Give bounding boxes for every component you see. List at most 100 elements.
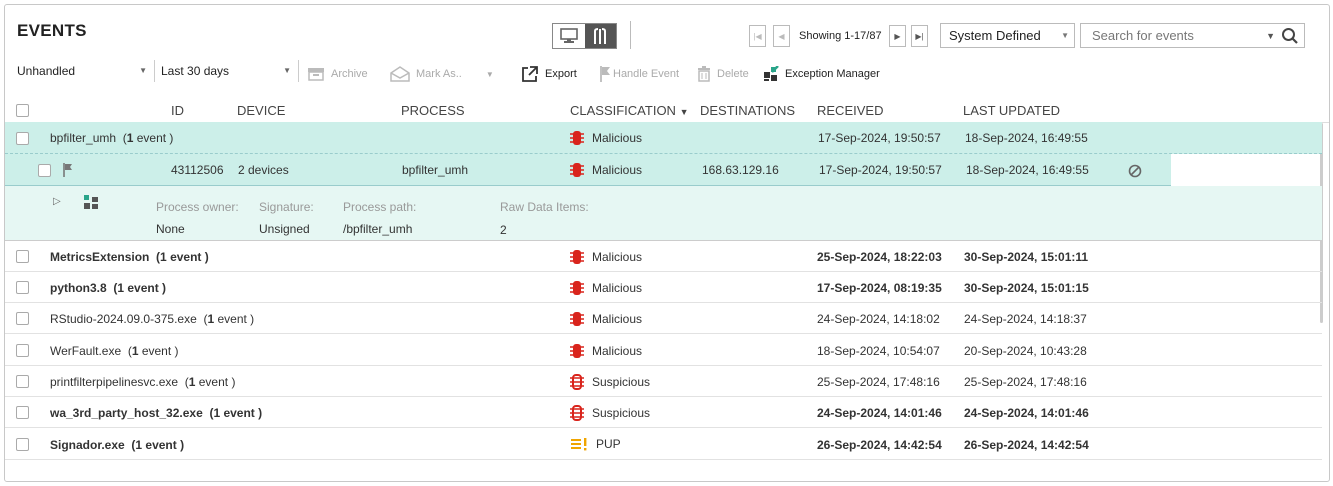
last-updated-cell: 30-Sep-2024, 15:01:15 xyxy=(964,281,1089,295)
suspicious-bug-icon xyxy=(570,374,584,390)
event-group-row[interactable]: printfilterpipelinesvc.exe (1 event ) Sus… xyxy=(5,366,1322,397)
expand-icon[interactable]: ▷ xyxy=(53,196,61,207)
toolbar-divider xyxy=(630,21,631,49)
next-page-button[interactable]: ▶ xyxy=(889,25,906,47)
filter-divider xyxy=(154,60,155,82)
handle-event-button[interactable]: Handle Event xyxy=(599,65,679,83)
group-count-suffix: event ) xyxy=(195,375,236,389)
date-range-dropdown[interactable]: Last 30 days ▼ xyxy=(161,60,291,82)
group-process-name: bpfilter_umh xyxy=(50,131,117,145)
received-cell: 25-Sep-2024, 18:22:03 xyxy=(817,250,942,264)
prev-page-button[interactable]: ◀ xyxy=(773,25,790,47)
event-process: bpfilter_umh xyxy=(402,163,469,177)
search-input[interactable]: Search for events ▼ xyxy=(1080,23,1305,48)
event-group-row[interactable]: MetricsExtension (1 event ) Malicious 25-S… xyxy=(5,241,1322,272)
row-checkbox[interactable] xyxy=(16,312,29,325)
column-received[interactable]: RECEIVED xyxy=(817,103,883,118)
group-process-name: wa_3rd_party_host_32.exe xyxy=(50,406,203,420)
received-cell: 18-Sep-2024, 10:54:07 xyxy=(817,344,940,358)
search-icon[interactable] xyxy=(1281,27,1299,45)
last-updated-cell: 30-Sep-2024, 15:01:11 xyxy=(964,250,1089,264)
event-group-row[interactable]: Signador.exe (1 event ) PUP 26-Sep-2024, 1… xyxy=(5,429,1322,460)
event-group-row[interactable]: WerFault.exe (1 event ) Malicious 18-Sep-2… xyxy=(5,335,1322,366)
chevron-down-icon: ▼ xyxy=(283,66,291,75)
group-process-name: python3.8 xyxy=(50,281,107,295)
row-checkbox[interactable] xyxy=(38,164,51,177)
process-view-button[interactable] xyxy=(584,24,616,48)
first-page-button[interactable]: |◀ xyxy=(749,25,766,47)
block-icon[interactable] xyxy=(1128,164,1142,178)
event-row[interactable]: 43112506 2 devices bpfilter_umh Maliciou… xyxy=(5,154,1171,186)
status-value: Unhandled xyxy=(17,64,76,78)
event-id: 43112506 xyxy=(171,163,224,177)
view-filter-select[interactable]: System Defined ▼ xyxy=(940,23,1075,48)
suspicious-bug-icon xyxy=(570,405,584,421)
delete-button[interactable]: Delete xyxy=(697,65,749,83)
status-dropdown[interactable]: Unhandled ▼ xyxy=(17,60,147,82)
event-group-row[interactable]: wa_3rd_party_host_32.exe (1 event ) Suspi… xyxy=(5,397,1322,428)
desktop-view-button[interactable] xyxy=(553,24,585,48)
process-owner-label: Process owner: xyxy=(156,200,239,214)
row-checkbox[interactable] xyxy=(16,250,29,263)
malicious-bug-icon xyxy=(570,131,584,145)
monitor-icon xyxy=(559,28,578,43)
classification-cell: Malicious xyxy=(570,280,642,296)
group-count-suffix: event ) xyxy=(220,406,263,420)
exception-manager-button[interactable]: Exception Manager xyxy=(763,65,880,83)
group-process-name: printfilterpipelinesvc.exe xyxy=(50,375,179,389)
event-group-row[interactable]: RStudio-2024.09.0-375.exe (1 event ) Mali… xyxy=(5,303,1322,334)
classification-cell: PUP xyxy=(570,437,621,451)
group-count-suffix: event ) xyxy=(214,312,255,326)
column-classification[interactable]: CLASSIFICATION ▼ xyxy=(570,103,689,118)
event-destination: 168.63.129.16 xyxy=(702,163,779,177)
row-checkbox[interactable] xyxy=(16,281,29,294)
flag-icon[interactable] xyxy=(63,163,73,177)
signature-value: Unsigned xyxy=(259,222,310,236)
page-title: EVENTS xyxy=(17,21,87,40)
classification-label: Suspicious xyxy=(592,375,651,389)
event-group-row[interactable]: bpfilter_umh (1 event ) Malicious 17-Sep… xyxy=(5,122,1322,154)
chevron-down-icon[interactable]: ▼ xyxy=(1266,31,1275,41)
export-label: Export xyxy=(545,68,577,80)
mark-as-button[interactable]: Mark As.. ▼ xyxy=(390,65,494,83)
row-checkbox[interactable] xyxy=(16,344,29,357)
group-name: wa_3rd_party_host_32.exe (1 event ) xyxy=(50,406,262,420)
classification-label: Suspicious xyxy=(592,406,651,420)
row-checkbox[interactable] xyxy=(16,406,29,419)
pup-icon xyxy=(571,438,587,451)
process-tree-icon xyxy=(594,28,607,44)
classification-label: Malicious xyxy=(592,163,643,177)
column-destinations[interactable]: DESTINATIONS xyxy=(700,103,795,118)
raw-data-value[interactable]: 2 xyxy=(500,223,507,237)
group-name: bpfilter_umh (1 event ) xyxy=(50,131,173,145)
classification-cell: Suspicious xyxy=(570,405,650,421)
column-last-updated[interactable]: LAST UPDATED xyxy=(963,103,1060,118)
archive-label: Archive xyxy=(331,68,368,80)
mark-as-label: Mark As.. xyxy=(416,68,462,80)
received-cell: 17-Sep-2024, 08:19:35 xyxy=(817,281,942,295)
last-page-button[interactable]: ▶| xyxy=(911,25,928,47)
column-id[interactable]: ID xyxy=(171,103,184,118)
envelope-open-icon xyxy=(390,66,410,82)
group-count-suffix: event ) xyxy=(166,250,209,264)
select-all-checkbox[interactable] xyxy=(16,104,29,117)
classification-label: Malicious xyxy=(592,131,643,145)
archive-button[interactable]: Archive xyxy=(307,65,368,83)
export-button[interactable]: Export xyxy=(521,65,577,83)
row-checkbox[interactable] xyxy=(16,132,29,145)
event-details-panel: ▷ Process owner: None Signature: Unsigne… xyxy=(5,186,1322,241)
last-updated-cell: 18-Sep-2024, 16:49:55 xyxy=(966,163,1089,177)
group-name: WerFault.exe (1 event ) xyxy=(50,344,179,358)
column-device[interactable]: DEVICE xyxy=(237,103,285,118)
classification-label: Malicious xyxy=(592,344,643,358)
process-owner-value: None xyxy=(156,222,185,236)
process-tree-icon[interactable] xyxy=(83,194,99,210)
table-header: ID DEVICE PROCESS CLASSIFICATION ▼ DESTI… xyxy=(5,97,1329,123)
row-checkbox[interactable] xyxy=(16,438,29,451)
classification-label: Malicious xyxy=(592,281,643,295)
event-group-row[interactable]: python3.8 (1 event ) Malicious 17-Sep-2024… xyxy=(5,272,1322,303)
row-checkbox[interactable] xyxy=(16,375,29,388)
last-updated-cell: 24-Sep-2024, 14:01:46 xyxy=(964,406,1089,420)
column-process[interactable]: PROCESS xyxy=(401,103,465,118)
group-process-name: Signador.exe xyxy=(50,438,125,452)
